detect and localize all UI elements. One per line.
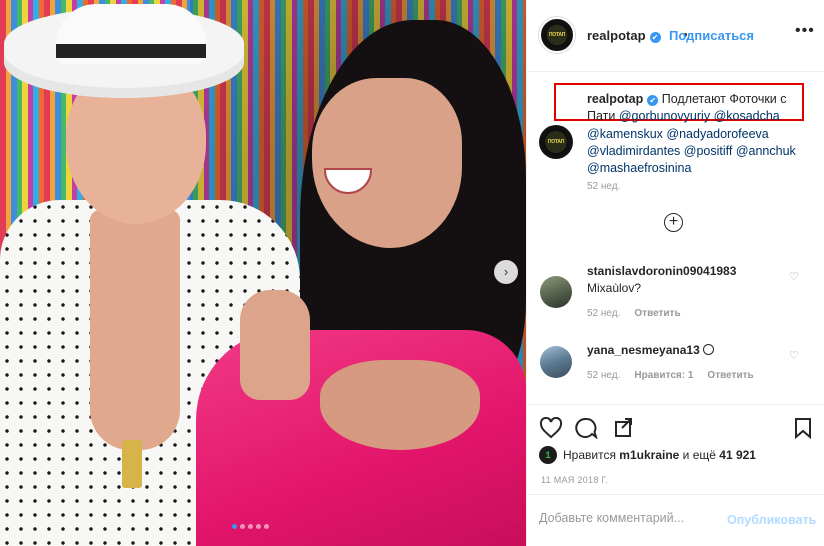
comment-icon[interactable] — [575, 417, 598, 442]
comment-timestamp[interactable]: 52 нед. — [587, 370, 620, 381]
commenter-avatar[interactable] — [540, 346, 572, 378]
likes-suffix: и ещё — [682, 448, 716, 462]
likes-summary: 1 Нравится m1ukraine и ещё 41 921 — [539, 446, 756, 464]
comment-text: Mixaùlov? — [587, 281, 642, 295]
chain-pendant — [122, 440, 142, 488]
header-username-row: realpotap ✔ — [587, 28, 661, 43]
verified-badge-icon: ✔ — [649, 32, 661, 43]
mention-link[interactable]: @mashaefrosinina — [587, 161, 691, 175]
carousel-dot — [264, 524, 269, 529]
woman-chest — [320, 360, 480, 450]
commenter-avatar[interactable] — [540, 276, 572, 308]
bookmark-icon[interactable] — [794, 417, 812, 442]
reply-button[interactable]: Ответить — [634, 308, 680, 319]
comment-meta: 52 нед. Нравится: 1 Ответить — [587, 370, 754, 381]
caption-timestamp[interactable]: 52 нед. — [587, 181, 620, 192]
share-icon[interactable] — [611, 417, 633, 442]
comment-like-icon[interactable]: ♡ — [789, 349, 799, 362]
smiley-emoji-icon — [702, 344, 714, 355]
mention-link[interactable]: @positiff — [684, 144, 733, 158]
publish-comment-button[interactable]: Опубликовать — [727, 513, 816, 527]
caption-avatar[interactable]: ПОТАП — [539, 125, 573, 159]
hat-band — [56, 44, 206, 58]
carousel-dot — [248, 524, 253, 529]
comment-input[interactable] — [539, 511, 719, 525]
avatar-logo-text: ПОТАП — [548, 31, 566, 38]
comment-username-row: yana_nesmeyana13 — [587, 343, 714, 357]
mention-link[interactable]: @kamenskux — [587, 127, 663, 141]
likes-count[interactable]: 41 921 — [719, 448, 756, 462]
woman-hand — [240, 290, 310, 400]
avatar-logo-text: ПОТАП — [547, 138, 565, 145]
load-more-comments-icon[interactable]: + — [664, 213, 683, 232]
comment-meta: 52 нед. Ответить — [587, 308, 681, 319]
comment-username[interactable]: stanislavdoronin09041983 — [587, 264, 736, 278]
header-username[interactable]: realpotap — [587, 28, 646, 43]
post-date[interactable]: 11 МАЯ 2018 Г. — [541, 475, 608, 485]
post-sidebar: ПОТАП realpotap ✔ • Подписаться ••• ПОТАП… — [526, 0, 824, 546]
mention-link[interactable]: @vladimirdantes — [587, 144, 680, 158]
comment-username[interactable]: yana_nesmeyana13 — [587, 343, 700, 357]
liker-avatar[interactable]: 1 — [539, 446, 557, 464]
action-bar — [527, 404, 824, 448]
likes-text[interactable]: Нравится m1ukraine и ещё 41 921 — [563, 448, 756, 462]
comment-likes-count[interactable]: Нравится: 1 — [634, 370, 693, 381]
mention-link[interactable]: @gorbunovyuriy — [619, 109, 710, 123]
post-header: ПОТАП realpotap ✔ • Подписаться ••• — [527, 0, 824, 72]
carousel-dot — [232, 524, 237, 529]
avatar[interactable]: ПОТАП — [539, 17, 575, 53]
comment-timestamp[interactable]: 52 нед. — [587, 308, 620, 319]
comment-like-icon[interactable]: ♡ — [789, 270, 799, 283]
carousel-dot — [240, 524, 245, 529]
caption-text: realpotap ✔ Подлетают Фоточки с Пати @gor… — [587, 91, 799, 177]
carousel-dots — [232, 524, 269, 529]
mention-link[interactable]: @annchuk — [736, 144, 796, 158]
instagram-post: › ПОТАП realpotap ✔ • Подписаться ••• ПОТ… — [0, 0, 824, 546]
next-slide-button[interactable]: › — [494, 260, 518, 284]
comment-form: Опубликовать — [527, 494, 824, 546]
mention-link[interactable]: @kosadcha — [714, 109, 780, 123]
likes-prefix: Нравится — [563, 448, 616, 462]
liker-username[interactable]: m1ukraine — [619, 448, 679, 462]
mention-link[interactable]: @nadyadorofeeva — [666, 127, 768, 141]
more-options-icon[interactable]: ••• — [795, 22, 815, 40]
follow-button[interactable]: Подписаться — [669, 28, 754, 43]
verified-badge-icon: ✔ — [647, 95, 659, 106]
post-photo[interactable]: › — [0, 0, 526, 546]
heart-icon[interactable] — [539, 416, 563, 442]
man-chest — [90, 210, 180, 450]
reply-button[interactable]: Ответить — [707, 370, 753, 381]
carousel-dot — [256, 524, 261, 529]
caption-username[interactable]: realpotap — [587, 92, 643, 106]
